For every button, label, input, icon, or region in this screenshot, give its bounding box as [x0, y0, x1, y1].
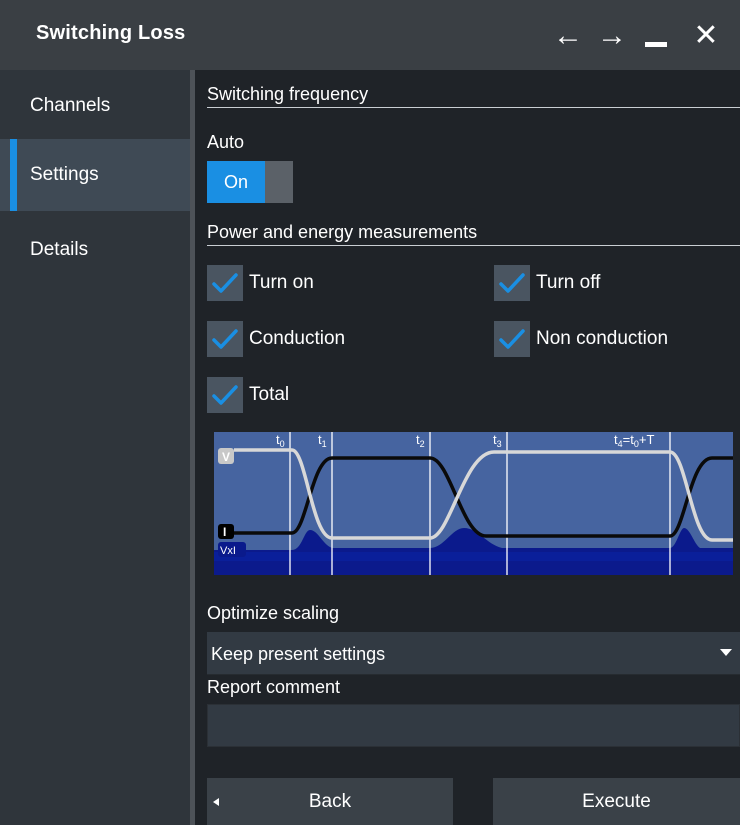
marker-label-t0: t0	[276, 432, 285, 449]
voltage-trace	[234, 448, 733, 542]
marker-label-t1: t1	[318, 432, 327, 449]
current-label: I	[223, 525, 226, 539]
checkmark-icon	[207, 321, 243, 357]
dropdown-value: Keep present settings	[211, 644, 386, 664]
section-divider	[207, 245, 740, 246]
section-divider	[207, 107, 740, 108]
marker-label-t3: t3	[493, 432, 502, 449]
checkbox-label: Conduction	[249, 328, 346, 349]
triangle-left-icon	[213, 798, 219, 806]
title-bar: Switching Loss ← → ✕	[0, 0, 740, 70]
power-band	[214, 552, 733, 561]
close-icon[interactable]: ✕	[686, 14, 726, 58]
sidebar-item-channels[interactable]: Channels	[0, 70, 190, 142]
sidebar-item-label: Settings	[30, 164, 99, 185]
checkbox-label: Total	[249, 384, 290, 405]
sidebar-item-label: Channels	[30, 95, 111, 116]
checkbox-label: Turn off	[536, 272, 601, 293]
sidebar-item-settings[interactable]: Settings	[0, 139, 190, 211]
optimize-scaling-dropdown[interactable]: Keep present settings	[207, 632, 740, 675]
checkbox-label: Non conduction	[536, 328, 669, 349]
arrow-left-icon[interactable]: ←	[548, 14, 588, 58]
sidebar-item-label: Details	[30, 239, 89, 260]
checkmark-icon	[494, 265, 530, 301]
sidebar: Channels Settings Details	[0, 70, 190, 825]
voltage-label: V	[222, 450, 230, 464]
chevron-down-icon	[720, 649, 732, 656]
sidebar-item-details[interactable]: Details	[0, 214, 190, 286]
checkbox-non-conduction[interactable]: Non conduction	[494, 321, 668, 357]
arrow-right-icon[interactable]: →	[592, 14, 632, 58]
window-title: Switching Loss	[36, 22, 186, 44]
checkmark-icon	[207, 377, 243, 413]
auto-label: Auto	[207, 132, 245, 152]
marker-label-t2: t2	[416, 432, 425, 449]
report-comment-input[interactable]	[207, 704, 740, 747]
minimize-icon[interactable]	[636, 14, 676, 58]
checkbox-turn-off[interactable]: Turn off	[494, 265, 600, 301]
checkmark-icon	[207, 265, 243, 301]
checkbox-turn-on[interactable]: Turn on	[207, 265, 314, 301]
section-heading-power-energy: Power and energy measurements	[207, 222, 478, 242]
auto-toggle[interactable]: On	[207, 161, 293, 203]
settings-panel: Switching frequency Auto On Power and en…	[195, 70, 740, 825]
checkbox-conduction[interactable]: Conduction	[207, 321, 345, 357]
report-comment-label: Report comment	[207, 677, 341, 697]
section-heading-switching-frequency: Switching frequency	[207, 84, 369, 104]
waveform-illustration: t0 t1 t2 t3 t4=t0+T V I VxI	[214, 432, 733, 575]
marker-label-t4: t4=t0+T	[614, 432, 654, 449]
checkbox-label: Turn on	[249, 272, 314, 293]
checkmark-icon	[494, 321, 530, 357]
back-button-label: Back	[308, 790, 352, 812]
checkbox-total[interactable]: Total	[207, 377, 289, 413]
execute-button-label: Execute	[582, 790, 651, 812]
back-button[interactable]: Back	[207, 778, 453, 825]
toggle-on-state: On	[207, 161, 265, 203]
optimize-scaling-label: Optimize scaling	[207, 603, 340, 623]
execute-button[interactable]: Execute	[493, 778, 740, 825]
power-label: VxI	[220, 545, 236, 557]
switching-loss-diagram: t0 t1 t2 t3 t4=t0+T V I VxI	[214, 432, 733, 575]
